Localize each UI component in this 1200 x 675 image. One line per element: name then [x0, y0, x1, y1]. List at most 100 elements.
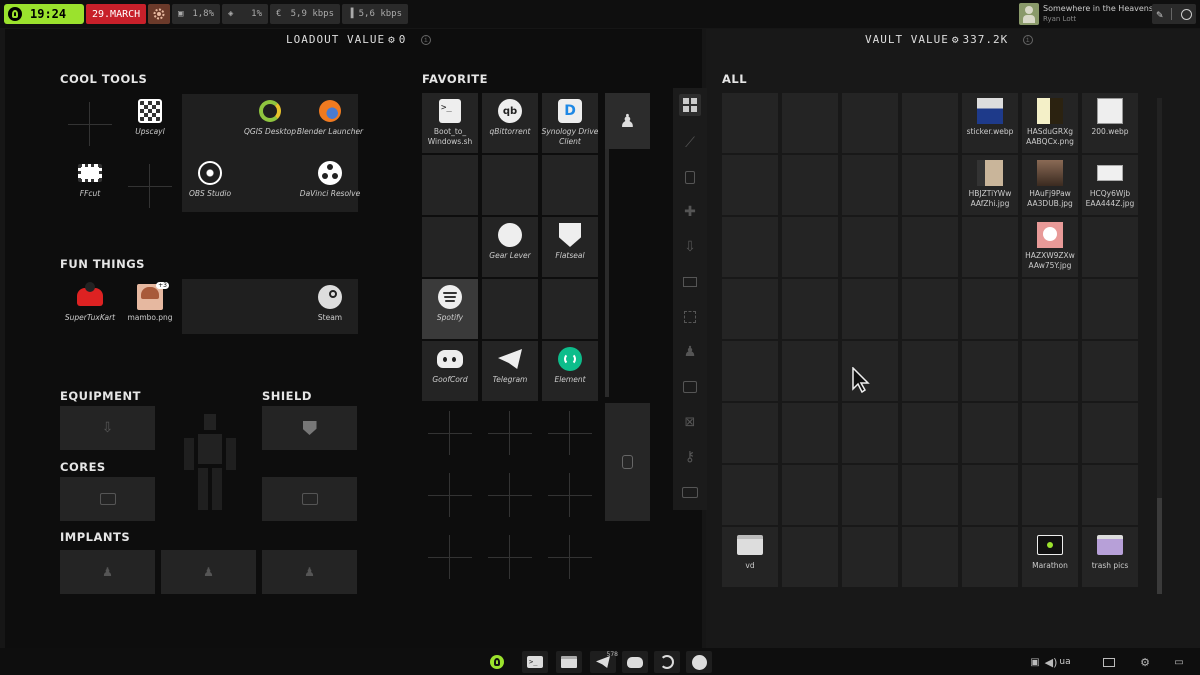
app-telegram[interactable]: Telegram	[482, 342, 538, 404]
settings-icon[interactable]: ⚙	[1132, 651, 1158, 673]
settings-gear-icon[interactable]	[148, 4, 170, 24]
empty-slot[interactable]	[422, 403, 478, 463]
vault-slot[interactable]	[1022, 403, 1078, 463]
empty-slot[interactable]	[482, 403, 538, 463]
file-hcqy6wjb[interactable]: HCQy6Wjb EAA444Z.jpg	[1082, 156, 1138, 218]
character-slot[interactable]: ♟	[605, 93, 650, 149]
fav-slot[interactable]	[422, 217, 478, 277]
folder-trash-pics[interactable]: trash pics	[1082, 528, 1138, 590]
download-tray-icon[interactable]: ⇩	[679, 236, 701, 258]
medkit-icon[interactable]: ✚	[679, 201, 701, 223]
vault-slot[interactable]	[962, 527, 1018, 587]
vault-slot[interactable]	[722, 155, 778, 215]
shield-slot[interactable]	[262, 406, 357, 450]
fav-slot[interactable]	[542, 155, 598, 215]
power-icon[interactable]	[1180, 8, 1192, 20]
implant-slot[interactable]: ♟	[262, 550, 357, 594]
vault-slot[interactable]	[902, 217, 958, 277]
info-icon[interactable]: i	[421, 34, 432, 45]
file-sticker[interactable]: sticker.webp	[962, 94, 1018, 156]
ammo-icon[interactable]	[679, 271, 701, 293]
vault-slot[interactable]	[782, 93, 838, 153]
vault-slot[interactable]	[962, 217, 1018, 277]
empty-slot[interactable]	[482, 465, 538, 525]
telegram-icon[interactable]: 578	[590, 651, 618, 673]
empty-slot[interactable]	[482, 527, 538, 587]
app-gear-lever[interactable]: Gear Lever	[482, 218, 538, 280]
bag-icon[interactable]	[679, 166, 701, 188]
chip-icon[interactable]	[679, 306, 701, 328]
app-blender-launcher[interactable]: Blender Launcher	[297, 94, 363, 156]
vault-slot[interactable]	[842, 341, 898, 401]
vault-slot[interactable]	[782, 155, 838, 215]
vault-slot[interactable]	[902, 341, 958, 401]
implant-icon[interactable]: ♟	[679, 341, 701, 363]
trash-x-icon[interactable]: ⊠	[679, 411, 701, 433]
file-mambo[interactable]: +3 mambo.png	[122, 280, 178, 342]
empty-slot[interactable]	[422, 527, 478, 587]
notifications-icon[interactable]: ▭	[1166, 651, 1192, 673]
vault-slot[interactable]	[1082, 341, 1138, 401]
core-slot[interactable]	[262, 477, 357, 521]
core-icon[interactable]	[679, 376, 701, 398]
info-icon[interactable]: i	[1023, 34, 1034, 45]
vault-slot[interactable]	[902, 465, 958, 525]
launcher-icon[interactable]	[484, 651, 510, 673]
system-monitor-icon[interactable]	[654, 651, 680, 673]
vault-slot[interactable]	[722, 279, 778, 339]
date-widget[interactable]: 29.MARCH	[86, 4, 146, 24]
vault-slot[interactable]	[842, 217, 898, 277]
discord-icon[interactable]	[622, 651, 648, 673]
vault-slot[interactable]	[1082, 403, 1138, 463]
vault-slot[interactable]	[902, 155, 958, 215]
vault-slot[interactable]	[1082, 217, 1138, 277]
file-200[interactable]: 200.webp	[1082, 94, 1138, 156]
file-manager-icon[interactable]	[556, 651, 582, 673]
file-hazxw9zxw[interactable]: HAZXW9ZXw AAw75Y.jpg	[1022, 218, 1078, 280]
file-hasdugrxg[interactable]: HASduGRXg AABQCx.png	[1022, 94, 1078, 156]
app-supertuxkart[interactable]: SuperTuxKart	[62, 280, 118, 342]
vault-slot[interactable]	[842, 93, 898, 153]
vault-slot[interactable]	[842, 465, 898, 525]
app-qgis[interactable]: QGIS Desktop	[242, 94, 298, 156]
grid-view-icon[interactable]	[679, 94, 701, 116]
vault-slot[interactable]	[1022, 465, 1078, 525]
card-icon[interactable]	[679, 481, 701, 503]
vault-slot[interactable]	[1082, 465, 1138, 525]
album-art-icon[interactable]	[1019, 3, 1039, 25]
vault-slot[interactable]	[902, 279, 958, 339]
empty-slot[interactable]	[542, 527, 598, 587]
app-steam[interactable]: Steam	[302, 280, 358, 342]
vault-slot[interactable]	[782, 217, 838, 277]
vault-slot[interactable]	[722, 93, 778, 153]
folder-marathon[interactable]: Marathon	[1022, 528, 1078, 590]
folder-vd[interactable]: vd	[722, 528, 778, 590]
empty-slot[interactable]	[542, 465, 598, 525]
vault-slot[interactable]	[1082, 279, 1138, 339]
vault-slot[interactable]	[782, 527, 838, 587]
vault-slot[interactable]	[782, 403, 838, 463]
file-hbjztiyww[interactable]: HBJZTiYWw AAfZhi.jpg	[962, 156, 1018, 218]
app-spotify[interactable]: Spotify	[422, 280, 478, 342]
weapon-icon[interactable]: ⟋	[679, 132, 701, 154]
fav-slot[interactable]	[482, 155, 538, 215]
color-picker-icon[interactable]: ✎	[1156, 8, 1163, 21]
empty-slot[interactable]	[542, 403, 598, 463]
empty-slot[interactable]	[62, 94, 118, 154]
media-title[interactable]: Somewhere in the Heavens	[1043, 4, 1153, 13]
equipment-slot[interactable]: ⇩	[60, 406, 155, 450]
app-qbittorrent[interactable]: qb qBittorrent	[482, 94, 538, 156]
vault-slot[interactable]	[902, 93, 958, 153]
core-slot[interactable]	[60, 477, 155, 521]
app-element[interactable]: Element	[542, 342, 598, 404]
vault-slot[interactable]	[902, 403, 958, 463]
backpack-slot[interactable]	[605, 403, 650, 521]
scrollbar-track[interactable]	[605, 149, 609, 397]
vault-slot[interactable]	[722, 465, 778, 525]
vault-slot[interactable]	[962, 465, 1018, 525]
vault-slot[interactable]	[722, 217, 778, 277]
mail-icon[interactable]	[1096, 651, 1122, 673]
terminal-icon[interactable]: >_	[522, 651, 548, 673]
vault-slot[interactable]	[962, 279, 1018, 339]
app-obs[interactable]: OBS Studio	[182, 156, 238, 218]
